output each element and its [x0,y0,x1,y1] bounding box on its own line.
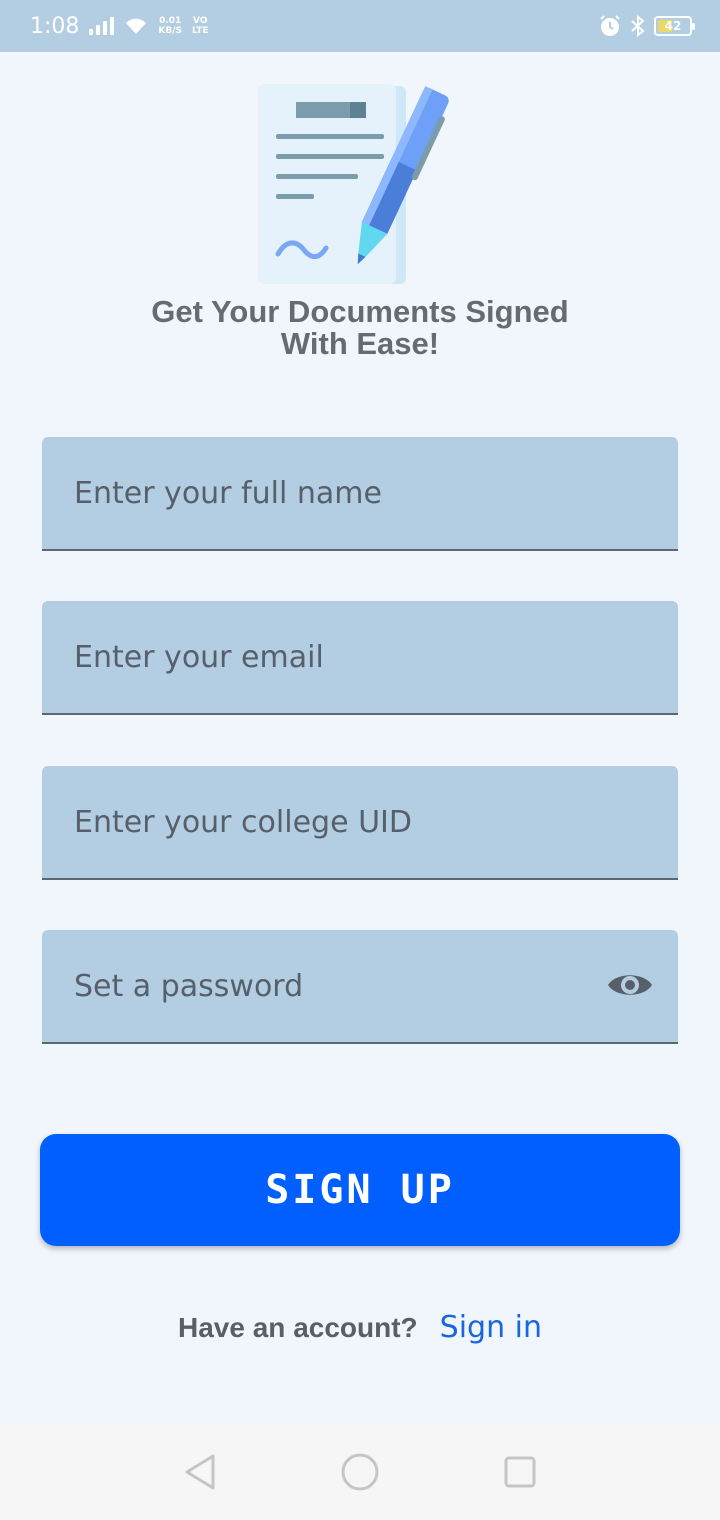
wifi-icon [126,18,147,34]
network-type-top: VO [193,16,208,26]
college-uid-field[interactable] [42,766,678,880]
status-right: 42 [598,14,695,38]
document-signing-illustration [258,84,449,284]
home-button[interactable] [330,1442,390,1502]
sign-in-link[interactable]: Sign in [440,1310,542,1345]
status-bar: 1:08 0.01 KB/S VO LTE 42 [0,0,720,52]
back-icon [185,1454,215,1490]
account-row: Have an account? Sign in [0,1310,720,1345]
alarm-icon [600,15,620,36]
password-input[interactable] [74,930,678,1042]
navigation-bar [0,1424,720,1520]
bluetooth-icon [631,14,645,38]
status-left: 1:08 0.01 KB/S VO LTE [30,14,209,39]
full-name-field[interactable] [42,437,678,551]
network-speed-unit: KB/S [158,26,183,36]
full-name-input[interactable] [74,437,678,549]
sign-up-button[interactable]: SIGN UP [40,1134,680,1246]
back-button[interactable] [170,1442,230,1502]
battery-icon: 42 [654,16,695,36]
email-input[interactable] [74,601,678,713]
network-speed-value: 0.01 [159,16,182,26]
college-uid-input[interactable] [74,766,678,878]
have-account-label: Have an account? [178,1311,418,1343]
page-title: Get Your Documents Signed With Ease! [0,296,720,360]
email-field[interactable] [42,601,678,715]
battery-level: 42 [664,19,682,33]
password-field[interactable] [42,930,678,1044]
network-type: VO LTE [192,16,209,36]
home-icon [341,1453,379,1491]
page-title-line2: With Ease! [280,326,440,361]
network-speed: 0.01 KB/S [158,16,182,36]
status-time: 1:08 [30,13,80,39]
network-type-bottom: LTE [192,26,209,36]
page-title-line1: Get Your Documents Signed [151,294,569,329]
signal-icon [89,17,115,35]
recents-icon [504,1456,536,1488]
eye-icon[interactable] [606,968,654,1002]
recents-button[interactable] [490,1442,550,1502]
